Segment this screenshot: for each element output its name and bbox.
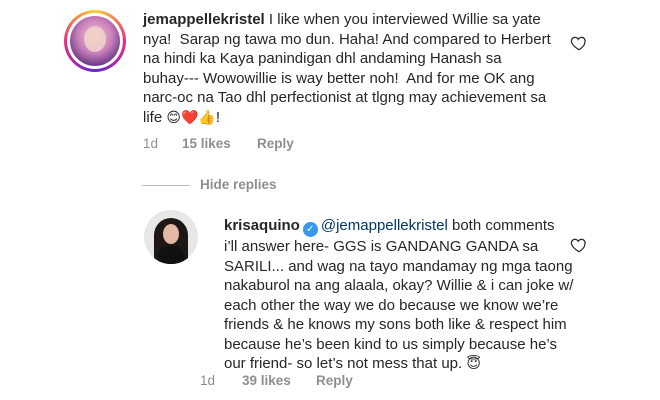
heart-outline-icon[interactable] (570, 236, 588, 254)
timestamp: 1d (200, 373, 216, 388)
reply-button[interactable]: Reply (316, 373, 353, 388)
avatar[interactable] (144, 210, 198, 264)
comment-meta: 1d 39 likes Reply (200, 373, 353, 388)
reply-body: krisaquino ✓ @jemappellekristel both comme… (224, 217, 574, 372)
username[interactable]: krisaquino (224, 217, 300, 234)
likes-count[interactable]: 39 likes (242, 373, 291, 388)
verified-badge-icon: ✓ (302, 222, 318, 237)
angel-emoji: 😇 (466, 356, 481, 372)
mention-link[interactable]: @jemappellekristel (321, 217, 448, 234)
comment-krisaquino: krisaquino ✓ @jemappellekristel both comme… (0, 0, 660, 400)
